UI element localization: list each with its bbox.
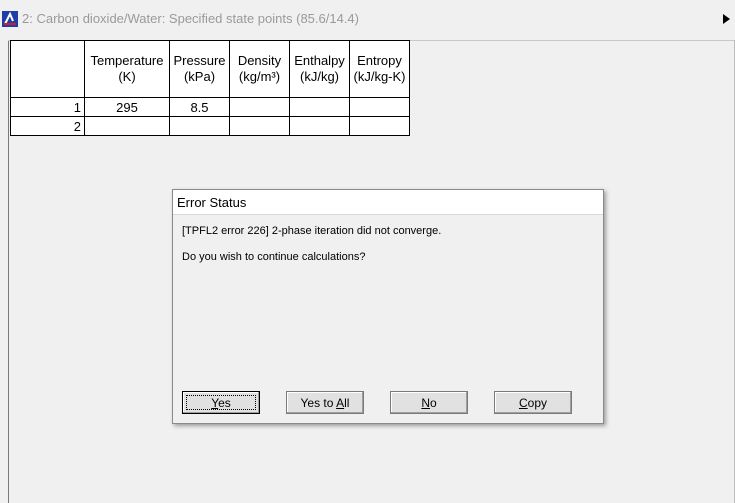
header-unit: (kJ/kg-K) [353, 69, 406, 84]
focus-rect [186, 395, 256, 410]
row-number[interactable]: 1 [10, 97, 85, 117]
header-row: Temperature (K) Pressure (kPa) Density (… [10, 40, 410, 98]
header-unit: (K) [118, 69, 136, 84]
header-label: Enthalpy [294, 53, 345, 68]
enthalpy-cell[interactable] [289, 97, 350, 117]
copy-button[interactable]: Copy [494, 391, 572, 414]
corner-cell[interactable] [10, 40, 85, 98]
error-message: [TPFL2 error 226] 2-phase iteration did … [182, 225, 442, 237]
button-label-post: ll [344, 396, 350, 410]
button-label-accel: A [336, 396, 345, 410]
continue-question: Do you wish to continue calculations? [182, 251, 366, 263]
button-label-accel: N [421, 396, 430, 410]
error-status-dialog: Error Status [TPFL2 error 226] 2-phase i… [172, 189, 604, 424]
density-cell[interactable] [229, 97, 290, 117]
scroll-right-icon[interactable] [719, 12, 735, 26]
header-label: Density [237, 53, 282, 68]
table-row: 2 [10, 116, 410, 136]
header-label: Entropy [357, 53, 402, 68]
column-header-entropy[interactable]: Entropy (kJ/kg-K) [349, 40, 410, 98]
button-label-pre: Yes to [300, 396, 337, 410]
enthalpy-cell[interactable] [289, 116, 350, 136]
temperature-cell[interactable] [84, 116, 170, 136]
yes-button[interactable]: Yes [182, 391, 260, 414]
window-titlebar: 2: Carbon dioxide/Water: Specified state… [0, 0, 735, 38]
entropy-cell[interactable] [349, 97, 410, 117]
temperature-cell[interactable]: 295 [84, 97, 170, 117]
density-cell[interactable] [229, 116, 290, 136]
refprop-app-icon[interactable] [2, 11, 18, 27]
window-title: 2: Carbon dioxide/Water: Specified state… [22, 11, 359, 26]
column-header-density[interactable]: Density (kg/m³) [229, 40, 290, 98]
yes-to-all-button[interactable]: Yes to All [286, 391, 364, 414]
button-label-post: opy [527, 396, 548, 410]
dialog-titlebar[interactable]: Error Status [173, 190, 603, 215]
header-unit: (kJ/kg) [300, 69, 339, 84]
button-label-post: o [429, 396, 437, 410]
state-points-grid: Temperature (K) Pressure (kPa) Density (… [10, 40, 410, 136]
row-number[interactable]: 2 [10, 116, 85, 136]
column-header-temperature[interactable]: Temperature (K) [84, 40, 170, 98]
column-header-enthalpy[interactable]: Enthalpy (kJ/kg) [289, 40, 350, 98]
button-label-accel: C [518, 396, 528, 410]
mdi-frame-left [8, 40, 9, 503]
pressure-cell[interactable] [169, 116, 230, 136]
header-label: Temperature [90, 53, 164, 68]
table-row: 1 295 8.5 [10, 97, 410, 117]
entropy-cell[interactable] [349, 116, 410, 136]
header-unit: (kPa) [183, 69, 216, 84]
pressure-cell[interactable]: 8.5 [169, 97, 230, 117]
header-unit: (kg/m³) [238, 69, 281, 84]
column-header-pressure[interactable]: Pressure (kPa) [169, 40, 230, 98]
dialog-title: Error Status [177, 195, 247, 210]
no-button[interactable]: No [390, 391, 468, 414]
header-label: Pressure [173, 53, 226, 68]
